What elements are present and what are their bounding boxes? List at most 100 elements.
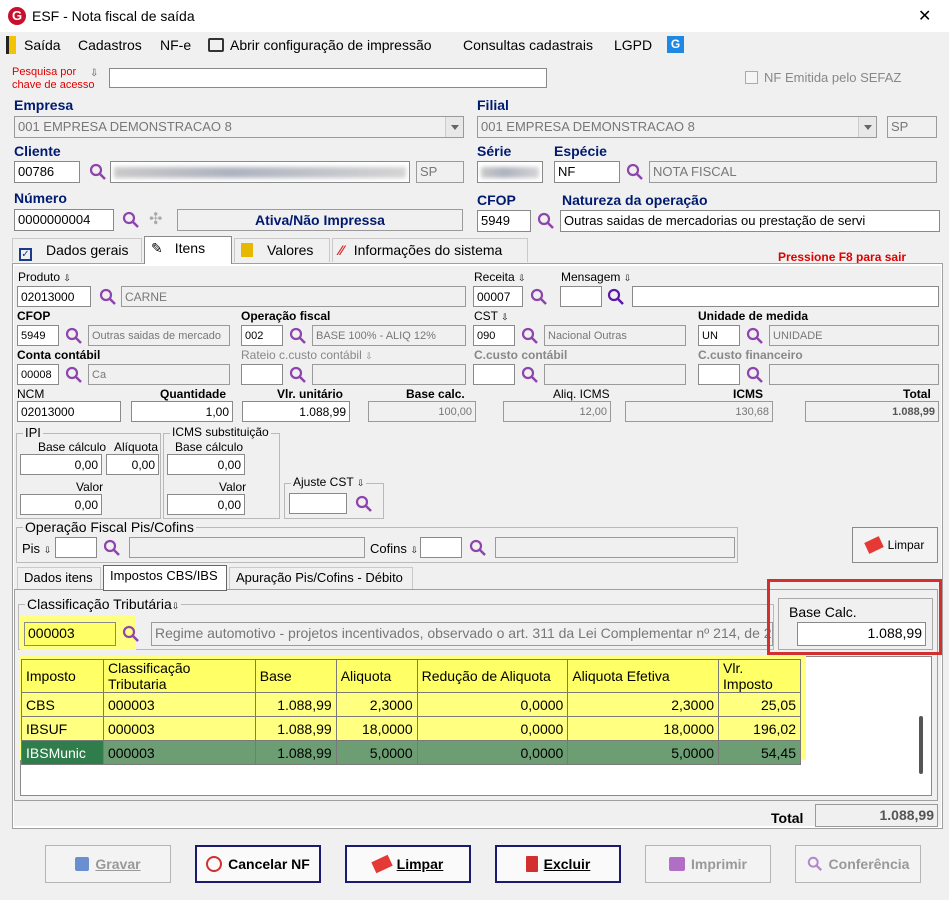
ajuste-cst-input[interactable] <box>289 493 347 514</box>
cancelar-nf-button[interactable]: Cancelar NF <box>195 845 321 883</box>
grid-scrollbar[interactable] <box>919 716 923 774</box>
search-icon[interactable] <box>65 366 83 384</box>
conta-input[interactable]: 00008 <box>17 364 59 385</box>
search-icon[interactable] <box>65 327 83 345</box>
um-input[interactable]: UN <box>698 325 740 346</box>
close-button[interactable]: ✕ <box>918 6 931 26</box>
table-row[interactable]: CBS 000003 1.088,99 2,3000 0,0000 2,3000… <box>21 692 801 717</box>
menu-abrir-config-impressao[interactable]: Abrir configuração de impressão <box>230 37 432 53</box>
window-title: ESF - Nota fiscal de saída <box>32 8 195 24</box>
table-row-selected[interactable]: IBSMunic 000003 1.088,99 5,0000 0,0000 5… <box>21 740 801 765</box>
search-icon[interactable] <box>521 327 539 345</box>
tab-dados-gerais[interactable]: ✓ Dados gerais <box>12 238 142 262</box>
imprimir-label: Imprimir <box>690 856 747 872</box>
imprimir-button[interactable]: Imprimir <box>645 845 771 883</box>
rateio-input[interactable] <box>241 364 283 385</box>
sort-arrow-icon: ⇩ <box>90 68 99 79</box>
col-imposto[interactable]: Imposto <box>21 659 104 693</box>
search-icon[interactable] <box>607 288 625 306</box>
cst-input[interactable]: 090 <box>473 325 515 346</box>
search-icon[interactable] <box>355 495 373 513</box>
search-icon[interactable] <box>289 327 307 345</box>
search-icon[interactable] <box>89 163 107 181</box>
filial-select[interactable]: 001 EMPRESA DEMONSTRACAO 8 <box>477 116 877 138</box>
search-icon[interactable] <box>122 211 140 229</box>
cfop-header-input[interactable]: 5949 <box>477 210 531 232</box>
tab-valores[interactable]: Valores <box>234 238 330 262</box>
subtab-dados-itens[interactable]: Dados itens <box>17 567 101 589</box>
menu-consultas-cadastrais[interactable]: Consultas cadastrais <box>463 37 593 53</box>
tab-itens[interactable]: ✎ Itens <box>144 236 232 264</box>
cliente-code-input[interactable]: 00786 <box>14 161 80 183</box>
table-row[interactable]: IBSUF 000003 1.088,99 18,0000 0,0000 18,… <box>21 716 801 741</box>
qtd-input[interactable]: 1,00 <box>131 401 233 422</box>
ncm-input[interactable]: 02013000 <box>17 401 121 422</box>
search-icon[interactable] <box>122 625 140 643</box>
search-icon[interactable] <box>746 366 764 384</box>
serie-input[interactable] <box>477 161 543 183</box>
produto-code-input[interactable]: 02013000 <box>17 286 91 307</box>
serie-label: Série <box>477 143 512 159</box>
limpar-item-button[interactable]: Limpar <box>852 527 938 563</box>
col-reducao[interactable]: Redução de Aliquota <box>416 659 569 693</box>
help-g-icon[interactable]: G <box>667 36 684 53</box>
access-key-search-input[interactable] <box>109 68 547 88</box>
nf-status: Ativa/Não Impressa <box>177 209 463 231</box>
receita-input[interactable]: 00007 <box>473 286 523 307</box>
ipi-base-input[interactable]: 0,00 <box>20 454 102 475</box>
search-icon[interactable] <box>469 539 487 557</box>
tab-label: Valores <box>267 242 314 258</box>
search-icon[interactable] <box>746 327 764 345</box>
ipi-base-label: Base cálculo <box>38 440 107 454</box>
sefaz-checkbox[interactable] <box>745 71 758 84</box>
excluir-button[interactable]: Excluir <box>495 845 621 883</box>
filial-uf: SP <box>887 116 937 138</box>
empresa-select[interactable]: 001 EMPRESA DEMONSTRACAO 8 <box>14 116 464 138</box>
especie-input[interactable]: NF <box>554 161 620 183</box>
filial-value: 001 EMPRESA DEMONSTRACAO 8 <box>481 119 695 134</box>
cofins-input[interactable] <box>420 537 462 558</box>
vunit-input[interactable]: 1.088,99 <box>242 401 350 422</box>
cbs-basecalc-input[interactable]: 1.088,99 <box>797 622 926 646</box>
mensagem-input[interactable] <box>560 286 602 307</box>
conferencia-button[interactable]: Conferência <box>795 845 921 883</box>
item-cfop-input[interactable]: 5949 <box>17 325 59 346</box>
icmsst-base-input[interactable]: 0,00 <box>167 454 245 475</box>
ccusto-input[interactable] <box>473 364 515 385</box>
pis-input[interactable] <box>55 537 97 558</box>
menu-nfe[interactable]: NF-e <box>160 37 191 53</box>
tab-informacoes-sistema[interactable]: ⁄⁄ Informações do sistema <box>332 238 528 262</box>
subtab-impostos-cbs-ibs[interactable]: Impostos CBS/IBS <box>103 565 227 591</box>
col-classificacao[interactable]: Classificação Tributaria <box>102 659 256 693</box>
search-icon[interactable] <box>521 366 539 384</box>
ipi-aliq-input[interactable]: 0,00 <box>106 454 159 475</box>
col-aliquota-efetiva[interactable]: Aliquota Efetiva <box>567 659 720 693</box>
menu-lgpd[interactable]: LGPD <box>614 37 652 53</box>
search-icon[interactable] <box>99 288 117 306</box>
table-header-row: Imposto Classificação Tributaria Base Al… <box>21 659 801 693</box>
limpar-button[interactable]: Limpar <box>345 845 471 883</box>
mensagem-desc-input[interactable] <box>632 286 939 307</box>
col-aliquota[interactable]: Aliquota <box>335 659 418 693</box>
search-icon[interactable] <box>103 539 121 557</box>
natureza-input[interactable]: Outras saidas de mercadorias ou prestaçã… <box>560 210 940 232</box>
classif-code-input[interactable]: 000003 <box>24 622 116 646</box>
col-vlr-imposto[interactable]: Vlr. Imposto <box>718 659 801 693</box>
gravar-button[interactable]: Gravar <box>45 845 171 883</box>
search-icon[interactable] <box>626 163 644 181</box>
search-icon[interactable] <box>289 366 307 384</box>
search-icon[interactable] <box>530 288 548 306</box>
menu-cadastros[interactable]: Cadastros <box>78 37 142 53</box>
search-icon[interactable] <box>537 212 555 230</box>
col-base[interactable]: Base <box>254 659 337 693</box>
icmsst-valor-input[interactable]: 0,00 <box>167 494 245 515</box>
subtab-apuracao-piscofins[interactable]: Apuração Pis/Cofins - Débito <box>229 567 413 589</box>
ccfin-input[interactable] <box>698 364 740 385</box>
exit-door-icon <box>6 36 16 54</box>
menu-saida[interactable]: Saída <box>24 37 61 53</box>
numero-input[interactable]: 0000000004 <box>14 209 114 231</box>
ipi-valor-input[interactable]: 0,00 <box>20 494 102 515</box>
opfiscal-input[interactable]: 002 <box>241 325 283 346</box>
trash-icon <box>525 856 538 872</box>
add-icon[interactable]: ✣ <box>149 209 162 229</box>
